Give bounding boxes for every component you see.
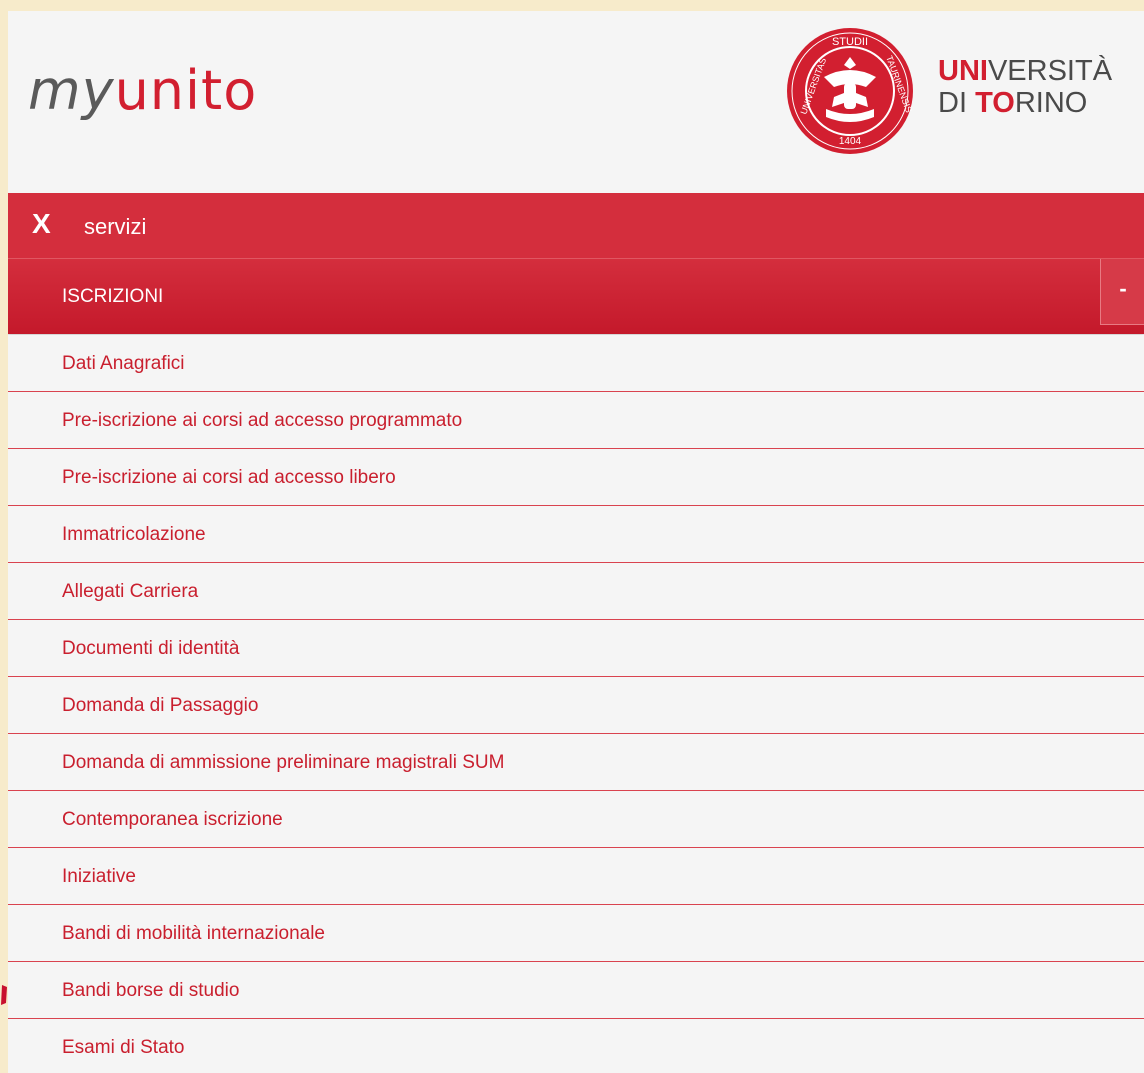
section-title: ISCRIZIONI bbox=[62, 286, 164, 307]
header: myunito STUDII UNIVERSITAS TAURINENSIS 1… bbox=[8, 11, 1144, 193]
seal-year-text: 1404 bbox=[839, 136, 862, 147]
annotation-mark bbox=[1, 985, 7, 1005]
menu-item[interactable]: Domanda di Passaggio bbox=[8, 677, 1144, 734]
app-frame: myunito STUDII UNIVERSITAS TAURINENSIS 1… bbox=[8, 11, 1144, 1073]
university-name-line2: DI TORINO bbox=[938, 87, 1088, 119]
menu-item[interactable]: Dati Anagrafici bbox=[8, 335, 1144, 392]
university-seal-icon: STUDII UNIVERSITAS TAURINENSIS 1404 bbox=[787, 28, 914, 154]
menu-item[interactable]: Allegati Carriera bbox=[8, 563, 1144, 620]
services-menu-list: Dati Anagrafici Pre-iscrizione ai corsi … bbox=[8, 335, 1144, 1073]
collapse-section-button[interactable]: - bbox=[1100, 259, 1144, 325]
menu-item[interactable]: Pre-iscrizione ai corsi ad accesso progr… bbox=[8, 392, 1144, 449]
menu-item[interactable]: Esami di Stato bbox=[8, 1019, 1144, 1073]
university-name: UNIVERSITÀ DI TORINO bbox=[938, 55, 1112, 119]
menu-item[interactable]: Contemporanea iscrizione bbox=[8, 791, 1144, 848]
myunito-logo[interactable]: myunito bbox=[28, 61, 257, 121]
menu-item[interactable]: Bandi borse di studio bbox=[8, 962, 1144, 1019]
services-title: servizi bbox=[84, 214, 147, 239]
section-header-iscrizioni[interactable]: ISCRIZIONI - bbox=[8, 259, 1144, 334]
logo-my: my bbox=[28, 59, 115, 122]
menu-item[interactable]: Iniziative bbox=[8, 848, 1144, 905]
close-menu-button[interactable]: X bbox=[32, 207, 51, 241]
menu-item[interactable]: Pre-iscrizione ai corsi ad accesso liber… bbox=[8, 449, 1144, 506]
university-name-line1: UNIVERSITÀ bbox=[938, 55, 1113, 87]
menu-item[interactable]: Documenti di identità bbox=[8, 620, 1144, 677]
services-bar: X servizi bbox=[8, 193, 1144, 259]
logo-unito: unito bbox=[114, 59, 258, 122]
seal-top-text: STUDII bbox=[832, 36, 868, 48]
menu-item[interactable]: Immatricolazione bbox=[8, 506, 1144, 563]
menu-item[interactable]: Domanda di ammissione preliminare magist… bbox=[8, 734, 1144, 791]
menu-item[interactable]: Bandi di mobilità internazionale bbox=[8, 905, 1144, 962]
